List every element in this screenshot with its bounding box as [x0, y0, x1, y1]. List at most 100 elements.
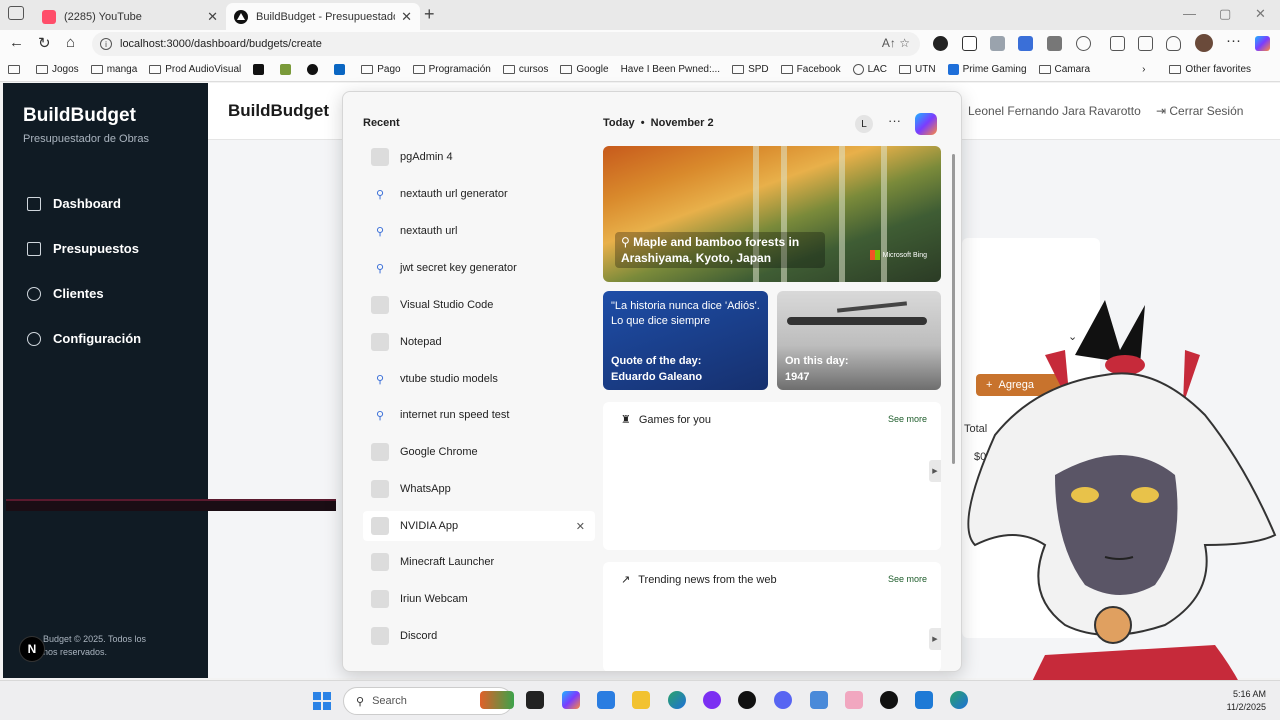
edge-icon[interactable] [950, 691, 968, 709]
recent-item[interactable]: ⚲ vtube studio models [363, 364, 595, 394]
recent-item[interactable]: ⚲ nextauth url [363, 216, 595, 246]
bookmark-folder[interactable]: Facebook [780, 64, 841, 75]
github-desktop-icon[interactable] [880, 691, 898, 709]
bookmark-icon-only[interactable] [307, 64, 322, 75]
recent-item[interactable]: WhatsApp [363, 474, 595, 504]
tab-buildbudget[interactable]: BuildBudget - Presupuestador de ✕ [226, 3, 420, 30]
extensions-icon[interactable] [1076, 36, 1091, 51]
file-explorer-icon[interactable] [632, 691, 650, 709]
spotlight-card[interactable]: ⚲ Maple and bamboo forests in Arashiyama… [603, 146, 941, 282]
see-more-link[interactable]: See more [888, 414, 927, 424]
sidebar-title: BuildBudget [23, 105, 136, 126]
bookmark-icon-only[interactable] [334, 64, 349, 75]
on-this-day-card[interactable]: On this day: 1947 [777, 291, 941, 390]
bookmark-folder[interactable]: SPD [732, 64, 769, 75]
copilot-icon[interactable] [915, 113, 937, 135]
task-view-icon[interactable] [526, 691, 544, 709]
recent-item[interactable]: Notepad [363, 327, 595, 357]
recent-item[interactable]: ⚲ internet run speed test [363, 400, 595, 430]
recent-item[interactable]: Discord [363, 621, 595, 651]
bookmark-folder[interactable]: manga [90, 64, 137, 75]
close-icon[interactable]: ✕ [207, 9, 218, 25]
new-tab-button[interactable]: + [424, 4, 435, 25]
copilot-icon[interactable] [562, 691, 580, 709]
close-icon[interactable]: ✕ [401, 9, 412, 25]
bookmark-folder[interactable]: Prod AudioVisual [149, 64, 241, 75]
more-icon[interactable]: ··· [888, 113, 901, 128]
bookmark-link[interactable]: LAC [852, 64, 887, 75]
bookmark-folder[interactable]: Google [560, 64, 609, 75]
favorite-star-icon[interactable]: A↑ ☆ [882, 36, 910, 50]
extension-icon[interactable] [933, 36, 948, 51]
recent-item[interactable]: Minecraft Launcher [363, 547, 595, 577]
windows-start-icon[interactable] [313, 692, 331, 710]
bookmark-icon-only[interactable] [280, 64, 295, 75]
minimize-button[interactable]: — [1183, 6, 1196, 21]
profile-avatar[interactable] [1195, 34, 1213, 52]
sidebar-item-presupuestos[interactable]: Presupuestos [27, 241, 139, 256]
maximize-button[interactable]: ▢ [1219, 6, 1231, 22]
store-icon[interactable] [597, 691, 615, 709]
other-favorites[interactable]: Other favorites [1169, 64, 1251, 75]
bookmark-folder[interactable]: Programación [412, 64, 491, 75]
sidebar: BuildBudget Presupuestador de Obras Dash… [3, 83, 208, 678]
recent-item[interactable]: pgAdmin 4 [363, 142, 595, 172]
recent-item[interactable]: ⚲ jwt secret key generator [363, 253, 595, 283]
system-clock[interactable]: 5:16 AM 11/2/2025 [1227, 688, 1266, 714]
bookmark-folder[interactable]: Camara [1038, 64, 1090, 75]
more-icon[interactable]: ··· [1226, 32, 1241, 49]
split-screen-icon[interactable] [1110, 36, 1125, 51]
vtuber-avatar [967, 300, 1277, 720]
bookmark-link[interactable]: Have I Been Pwned:... [621, 64, 721, 75]
extension-icon[interactable] [1047, 36, 1062, 51]
tab-actions-icon[interactable] [8, 6, 24, 20]
nextjs-badge[interactable]: N [19, 636, 45, 662]
bookmark-folder[interactable]: Jogos [36, 64, 79, 75]
carousel-next-icon[interactable]: ▶ [929, 628, 941, 650]
bookmark-reading-list[interactable] [8, 65, 24, 74]
recent-item[interactable]: Google Chrome [363, 437, 595, 467]
vscode-icon[interactable] [915, 691, 933, 709]
notepad-icon[interactable] [810, 691, 828, 709]
sidebar-item-dashboard[interactable]: Dashboard [27, 196, 121, 211]
see-more-link[interactable]: See more [888, 574, 927, 584]
bookmark-icon-only[interactable] [253, 64, 268, 75]
obs-icon[interactable] [738, 691, 756, 709]
close-icon[interactable]: ✕ [576, 520, 585, 533]
info-icon[interactable]: i [100, 38, 112, 50]
discord-icon[interactable] [774, 691, 792, 709]
youtube-icon [42, 9, 56, 24]
recent-item[interactable]: NVIDIA App ✕ [363, 511, 595, 541]
avatar-bell [1094, 606, 1132, 644]
recent-item[interactable]: Iriun Webcam [363, 584, 595, 614]
sidebar-item-clientes[interactable]: Clientes [27, 286, 104, 301]
quote-card[interactable]: "La historia nunca dice 'Adiós'. Lo que … [603, 291, 768, 390]
bookmark-folder[interactable]: Pago [361, 64, 401, 75]
carousel-next-icon[interactable]: ▶ [929, 460, 941, 482]
favorites-icon[interactable] [1138, 36, 1153, 51]
bookmark-folder[interactable]: cursos [502, 64, 548, 75]
back-icon[interactable]: ← [9, 34, 24, 51]
bookmark-folder[interactable]: UTN [899, 64, 936, 75]
translate-icon[interactable] [1018, 36, 1033, 51]
window-close-button[interactable]: ✕ [1255, 6, 1266, 22]
account-avatar[interactable]: L [855, 115, 873, 133]
home-icon[interactable]: ⌂ [66, 34, 75, 51]
recent-item[interactable]: Visual Studio Code [363, 290, 595, 320]
refresh-icon[interactable]: ↻ [38, 34, 51, 52]
extension-icon[interactable] [990, 36, 1005, 51]
bookmark-link[interactable]: Prime Gaming [947, 64, 1027, 75]
recent-item[interactable]: ⚲ nextauth url generator [363, 179, 595, 209]
url-field[interactable]: i localhost:3000/dashboard/budgets/creat… [92, 32, 920, 56]
app-icon[interactable] [703, 691, 721, 709]
sidebar-item-configuracion[interactable]: Configuración [27, 331, 141, 346]
vtube-studio-icon[interactable] [845, 691, 863, 709]
search-highlight-icon[interactable] [480, 691, 514, 709]
logout-button[interactable]: ⇥ Cerrar Sesión [1156, 104, 1243, 118]
copilot-icon[interactable] [1255, 36, 1270, 51]
formula-extension-icon[interactable] [962, 36, 977, 51]
shield-icon[interactable] [1166, 36, 1181, 51]
edge-icon[interactable] [668, 691, 686, 709]
tab-youtube[interactable]: (2285) YouTube ✕ [34, 3, 226, 30]
chevron-right-icon[interactable]: › [1142, 64, 1145, 75]
